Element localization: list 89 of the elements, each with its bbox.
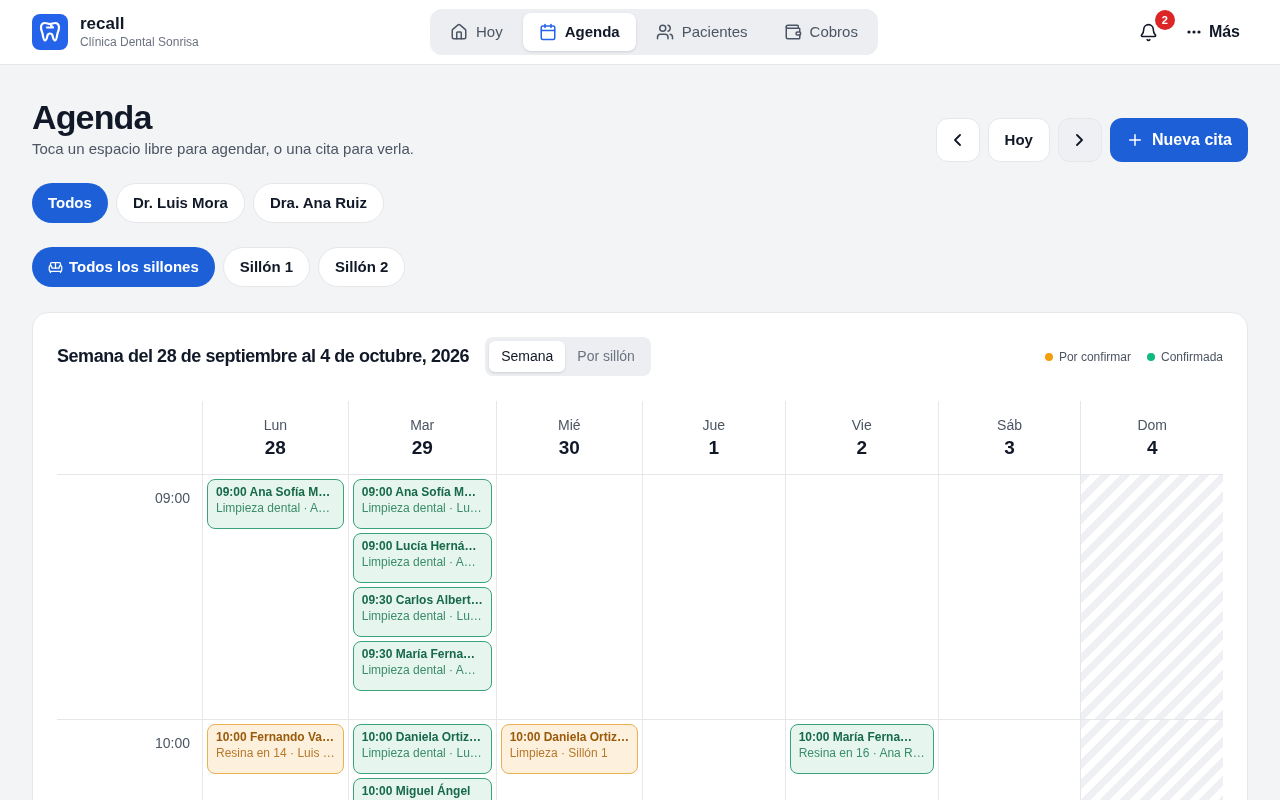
previous-week-button[interactable] — [935, 118, 980, 162]
time-slot-cell[interactable]: 10:00 Daniela Ortiz… Limpieza dental · Lu… 10:00 Miguel Ángel — [347, 720, 496, 800]
appointment-card[interactable]: 09:30 Carlos Albert… Limpieza dental · Lu… — [352, 587, 492, 637]
appointment-title: 09:30 María Ferna… — [361, 646, 477, 662]
appointment-detail: Limpieza dental · A… — [361, 554, 477, 570]
view-tab[interactable]: Por sillón — [565, 341, 647, 372]
appointment-detail: Limpieza dental · Lu… — [361, 500, 483, 516]
appointment-card[interactable]: 09:00 Ana Sofía M… Limpieza dental · A… — [207, 479, 344, 529]
appointment-title: 09:00 Ana Sofía M… — [216, 484, 332, 500]
appointment-title: 09:00 Lucía Herná… — [361, 538, 478, 554]
appointment-card[interactable]: 10:00 Daniela Ortiz… Limpieza dental · Lu… — [352, 724, 492, 774]
day-number: 1 — [708, 436, 720, 460]
weekday-label: Lun — [263, 416, 288, 435]
time-slot-cell[interactable] — [495, 475, 643, 720]
appointment-detail: Limpieza dental · Lu… — [361, 745, 483, 761]
dentist-filter-chip[interactable]: Dra. Ana Ruiz — [252, 183, 384, 223]
wallet-icon — [783, 23, 802, 41]
time-slot-cell[interactable]: 10:00 María Ferna… Resina en 16 · Ana R… — [784, 720, 938, 800]
time-slot-cell[interactable]: 09:00 Ana Sofía M… Limpieza dental · A… — [202, 475, 348, 720]
weekday-label: Dom — [1137, 416, 1167, 435]
sofa-icon — [48, 259, 63, 275]
day-number: 4 — [1146, 436, 1158, 460]
week-title: Semana del 28 de septiembre al 4 de octubre, 2026 — [57, 345, 470, 368]
time-slot-cell[interactable] — [642, 475, 785, 720]
chair-filter-chip[interactable]: Sillón 1 — [222, 247, 311, 287]
appointment-title: 10:00 Daniela Ortiz… — [361, 729, 483, 745]
app-name: recall — [80, 14, 126, 34]
weekday-label: Vie — [851, 416, 872, 435]
day-number: 30 — [558, 436, 580, 460]
chair-filter-chip[interactable]: Todos los sillones — [32, 247, 215, 287]
appointment-card[interactable]: 10:00 Fernando Va… Resina en 14 · Luis … — [207, 724, 344, 774]
appointment-detail: Limpieza dental · A… — [361, 662, 477, 678]
appointment-title: 10:00 Daniela Ortiz… — [509, 729, 630, 745]
day-number: 3 — [1004, 436, 1015, 460]
time-slot-cell[interactable]: 09:00 Ana Sofía M… Limpieza dental · Lu… 09:00 Lucía Herná… Limpieza dental · A… 09:30 Carlos Albert… Limpieza dental · Lu… 09:30 María Ferna… Limpieza dental · A… — [347, 475, 496, 720]
nav-tab[interactable]: Hoy — [434, 13, 519, 51]
bell-icon — [1139, 22, 1159, 42]
legend-label: Por confirmar — [1058, 348, 1131, 366]
appointment-detail: Resina en 16 · Ana R… — [798, 745, 925, 761]
time-slot-cell[interactable]: 10:00 Fernando Va… Resina en 14 · Luis … — [202, 720, 348, 800]
weekday-label: Mar — [410, 416, 435, 435]
day-number: 28 — [264, 436, 286, 460]
new-appointment-button[interactable]: Nueva cita — [1109, 118, 1248, 162]
appointment-card[interactable]: 09:00 Ana Sofía M… Limpieza dental · Lu… — [352, 479, 492, 529]
appointment-card[interactable]: 09:00 Lucía Herná… Limpieza dental · A… — [352, 533, 492, 583]
chair-filter-chip[interactable]: Sillón 2 — [318, 247, 406, 287]
nav-tab[interactable]: Cobros — [767, 13, 874, 51]
appointment-detail: Limpieza dental · A… — [216, 500, 332, 516]
weekday-label: Mié — [558, 416, 581, 435]
appointment-title: 10:00 Miguel Ángel — [361, 783, 472, 799]
appointment-detail: Limpieza · Sillón 1 — [509, 745, 609, 761]
dentist-filter-chip[interactable]: Dr. Luis Mora — [115, 183, 245, 223]
appointment-detail: Limpieza dental · Lu… — [361, 608, 483, 624]
appointment-card[interactable]: 09:30 María Ferna… Limpieza dental · A… — [352, 641, 492, 691]
page-subtitle: Toca un espacio libre para agendar, o una cita para verla. — [32, 139, 414, 159]
chevron-left-icon — [954, 134, 962, 146]
notification-count: 2 — [1154, 10, 1175, 30]
appointment-title: 10:00 Fernando Va… — [216, 729, 335, 745]
more-menu-button[interactable]: Más — [1186, 20, 1248, 44]
nav-tab[interactable]: Agenda — [522, 13, 636, 51]
tooth-logo-icon — [32, 14, 68, 50]
view-tab[interactable]: Semana — [489, 341, 566, 372]
calendar-icon — [538, 23, 557, 41]
day-number: 29 — [411, 436, 433, 460]
appointment-title: 09:30 Carlos Albert… — [361, 592, 483, 608]
ellipsis-icon — [1186, 30, 1201, 34]
appointment-card[interactable]: 10:00 Daniela Ortiz… Limpieza · Sillón 1 — [500, 724, 639, 774]
day-number: 2 — [856, 436, 867, 460]
legend-label: Confirmada — [1160, 348, 1223, 366]
nav-tab[interactable]: Pacientes — [639, 13, 764, 51]
house-icon — [450, 23, 468, 41]
next-week-button[interactable] — [1057, 118, 1102, 162]
dentist-filter-chip[interactable]: Todos — [32, 183, 108, 223]
hour-label: 10:00 — [154, 734, 190, 753]
chevron-right-icon — [1076, 134, 1084, 146]
time-slot-cell[interactable] — [784, 475, 938, 720]
weekday-label: Jue — [702, 416, 726, 435]
clinic-name: Clínica Dental Sonrisa — [80, 34, 199, 50]
users-icon — [655, 23, 674, 41]
hour-label: 09:00 — [154, 489, 190, 508]
appointment-title: 10:00 María Ferna… — [798, 729, 914, 745]
appointment-card[interactable]: 10:00 María Ferna… Resina en 16 · Ana R… — [789, 724, 934, 774]
appointment-card[interactable]: 10:00 Miguel Ángel — [352, 778, 492, 800]
appointment-title: 09:00 Ana Sofía M… — [361, 484, 477, 500]
appointment-detail: Resina en 14 · Luis … — [216, 745, 335, 761]
weekday-label: Sáb — [997, 416, 1022, 435]
today-button[interactable]: Hoy — [987, 118, 1050, 162]
time-slot-cell[interactable]: 10:00 Daniela Ortiz… Limpieza · Sillón 1 — [495, 720, 643, 800]
page-title: Agenda — [32, 97, 154, 137]
